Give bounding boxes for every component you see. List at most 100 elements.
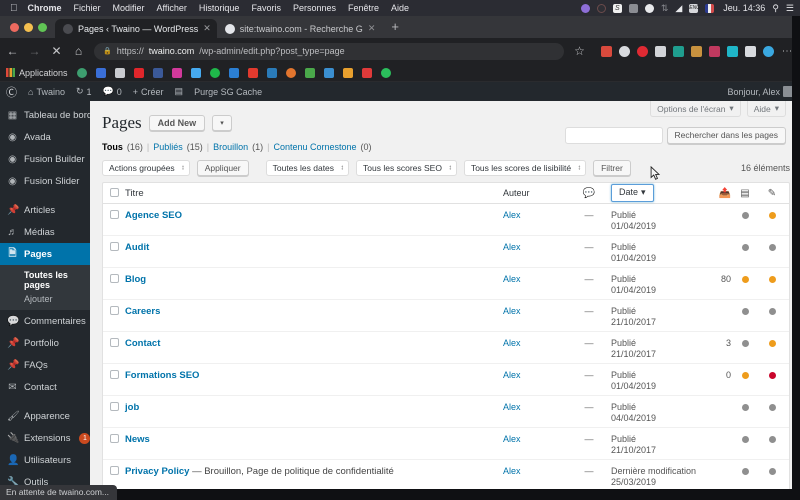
input-source-icon[interactable]: ENG xyxy=(689,3,700,13)
sidebar-item-contact[interactable]: ✉ Contact xyxy=(0,376,90,398)
bookmark-trello-icon[interactable] xyxy=(323,67,334,78)
bulk-actions-select[interactable]: Actions groupées xyxy=(102,160,190,176)
author-link[interactable]: Alex xyxy=(503,402,521,412)
table-row[interactable]: Agence SEO Alex — Publié 01/04/2019 xyxy=(103,204,789,236)
add-new-dropdown-button[interactable]: ▾ xyxy=(212,115,232,131)
bookmark-mail-icon[interactable] xyxy=(95,67,106,78)
menu-chrome[interactable]: Chrome xyxy=(28,3,62,13)
filter-link-contenu-cornestone[interactable]: Contenu Cornestone xyxy=(273,142,356,152)
tab-pages-twaino-wordpress[interactable]: Pages ‹ Twaino — WordPress ✕ xyxy=(55,19,217,38)
date-filter-select[interactable]: Toutes les dates xyxy=(265,160,350,176)
minimize-window-button[interactable] xyxy=(24,22,33,32)
column-header-titre[interactable]: Titre xyxy=(125,188,503,199)
extension-grid-icon[interactable] xyxy=(655,45,666,57)
column-header-links[interactable]: 📤 xyxy=(697,188,731,199)
extension-umbrella-icon[interactable] xyxy=(673,45,684,57)
search-input[interactable] xyxy=(564,127,663,144)
row-checkbox[interactable] xyxy=(110,338,119,347)
control-center-icon[interactable]: ☰ xyxy=(786,3,794,14)
author-link[interactable]: Alex xyxy=(503,434,521,444)
bookmark-twitter-icon[interactable] xyxy=(190,67,201,78)
author-link[interactable]: Alex xyxy=(503,466,521,476)
stop-x-icon[interactable]: ✕ xyxy=(50,44,63,58)
sidebar-item-avada[interactable]: ◉ Avada xyxy=(0,126,90,148)
menu-fenetre[interactable]: Fenêtre xyxy=(348,3,379,13)
sidebar-item-medias[interactable]: ♬ Médias xyxy=(0,221,90,243)
author-link[interactable]: Alex xyxy=(503,338,521,348)
sidebar-item-portfolio[interactable]: 📌 Portfolio xyxy=(0,332,90,354)
sidebar-item-fusion-slider[interactable]: ◉ Fusion Slider xyxy=(0,170,90,192)
sg-optimizer-icon[interactable]: ▤ xyxy=(175,86,184,97)
comments-link[interactable]: 💬 0 xyxy=(103,86,122,97)
cloud-icon[interactable] xyxy=(644,3,654,13)
column-header-date[interactable]: Date ▾ xyxy=(611,184,697,202)
flag-fr-icon[interactable] xyxy=(705,3,715,13)
new-tab-button[interactable]: + xyxy=(381,19,407,36)
sidebar-item-fusion-builder[interactable]: ◉ Fusion Builder xyxy=(0,148,90,170)
page-link[interactable]: Contact xyxy=(125,338,160,349)
select-all-checkbox-cell[interactable] xyxy=(103,187,125,199)
address-bar[interactable]: 🔒 https:// twaino.com/wp-admin/edit.php?p… xyxy=(94,42,564,60)
extension-cloud-icon[interactable] xyxy=(619,45,630,57)
account-menu[interactable]: Bonjour, Alex xyxy=(727,86,794,97)
close-icon[interactable]: ✕ xyxy=(203,23,211,34)
menu-aide[interactable]: Aide xyxy=(391,3,409,13)
row-checkbox-cell[interactable] xyxy=(103,306,125,318)
apply-button[interactable]: Appliquer xyxy=(196,160,249,176)
author-link[interactable]: Alex xyxy=(503,370,521,380)
page-link[interactable]: News xyxy=(125,434,150,445)
column-header-seo-score[interactable]: ▤ xyxy=(731,188,759,199)
forward-arrow-icon[interactable]: → xyxy=(28,44,41,58)
readability-score-filter-select[interactable]: Tous les scores de lisibilité xyxy=(463,160,587,176)
extension-notes-icon[interactable] xyxy=(601,45,612,57)
sidebar-submenu-ajouter[interactable]: Ajouter xyxy=(0,292,90,306)
bookmark-youtube-icon[interactable] xyxy=(133,67,144,78)
tab-site-twaino-recherche[interactable]: site:twaino.com - Recherche G ✕ xyxy=(217,19,382,38)
menu-personnes[interactable]: Personnes xyxy=(293,3,336,13)
bookmark-fire-icon[interactable] xyxy=(285,67,296,78)
row-checkbox-cell[interactable] xyxy=(103,370,125,382)
bookmark-facebook-icon[interactable] xyxy=(152,67,163,78)
maximize-window-button[interactable] xyxy=(38,22,47,32)
row-checkbox[interactable] xyxy=(110,242,119,251)
bluetooth-icon[interactable]: ⇅ xyxy=(661,3,669,14)
page-link[interactable]: Blog xyxy=(125,274,146,285)
bookmark-linkedin-icon[interactable] xyxy=(266,67,277,78)
bookmark-whatsapp-icon[interactable] xyxy=(380,67,391,78)
sidebar-item-articles[interactable]: 📌 Articles xyxy=(0,199,90,221)
seo-score-filter-select[interactable]: Tous les scores SEO xyxy=(356,160,457,176)
site-name-link[interactable]: ⌂ Twaino xyxy=(28,87,65,97)
author-link[interactable]: Alex xyxy=(503,274,521,284)
wordpress-logo-icon[interactable]: Ⓒ xyxy=(6,84,17,100)
select-all-checkbox[interactable] xyxy=(110,187,119,197)
apps-shortcut[interactable]: Applications xyxy=(6,68,68,78)
menu-historique[interactable]: Historique xyxy=(199,3,240,13)
date-sort-control[interactable]: Date ▾ xyxy=(611,184,654,202)
menu-favoris[interactable]: Favoris xyxy=(251,3,281,13)
purge-sg-cache-link[interactable]: Purge SG Cache xyxy=(194,87,262,97)
bookmark-chrome-icon[interactable] xyxy=(76,67,87,78)
extension-ghost-icon[interactable] xyxy=(745,45,756,57)
bookmark-greendot-icon[interactable] xyxy=(209,67,220,78)
battery-icon[interactable] xyxy=(628,3,638,13)
sidebar-item-pages[interactable]: 🗎 Pages xyxy=(0,243,90,265)
sidebar-submenu-toutes-les-pages[interactable]: Toutes les pages xyxy=(0,268,90,292)
page-link[interactable]: Privacy Policy xyxy=(125,466,189,477)
extension-tag-icon[interactable] xyxy=(709,45,720,57)
search-pages-button[interactable]: Rechercher dans les pages xyxy=(666,127,786,144)
bookmark-star-icon[interactable]: ☆ xyxy=(573,44,586,58)
table-row[interactable]: job Alex — Publié 04/04/2019 xyxy=(103,396,789,428)
updates-link[interactable]: ↻ 1 xyxy=(76,86,92,97)
row-checkbox-cell[interactable] xyxy=(103,242,125,254)
table-row[interactable]: Contact Alex — Publié 21/10/2017 3 xyxy=(103,332,789,364)
filter-link-publies[interactable]: Publiés xyxy=(153,142,183,152)
table-row[interactable]: News Alex — Publié 21/10/2017 xyxy=(103,428,789,460)
row-checkbox[interactable] xyxy=(110,466,119,475)
apple-icon[interactable]:  xyxy=(10,3,18,14)
row-checkbox-cell[interactable] xyxy=(103,338,125,350)
table-row[interactable]: Formations SEO Alex — Publié 01/04/2019 0 xyxy=(103,364,789,396)
extension-brush-icon[interactable] xyxy=(691,45,702,57)
kebab-menu-icon[interactable]: ⋮ xyxy=(781,46,792,56)
search-icon[interactable]: ⚲ xyxy=(772,3,779,14)
sidebar-item-extensions[interactable]: 🔌 Extensions 1 xyxy=(0,427,91,449)
